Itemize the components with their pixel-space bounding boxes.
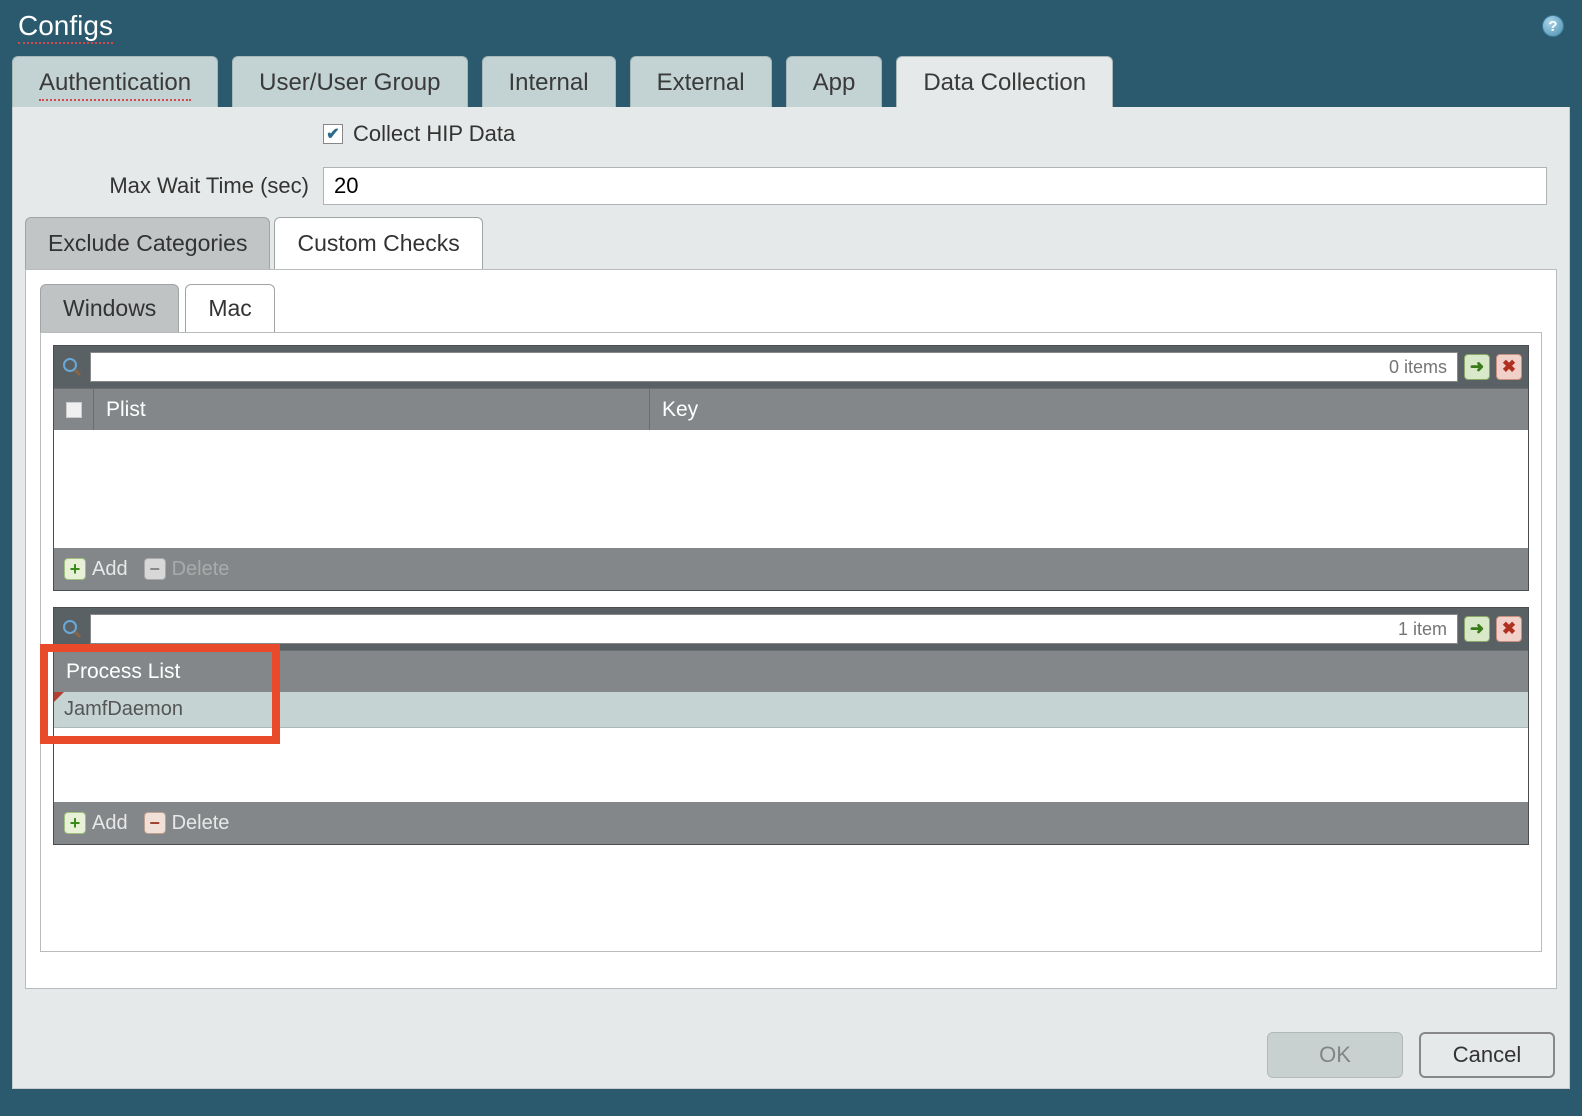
ostab-windows[interactable]: Windows (40, 284, 179, 332)
grid1-select-all[interactable] (54, 389, 94, 430)
collect-hip-label: Collect HIP Data (353, 121, 515, 147)
grid2-header: Process List (54, 650, 1528, 692)
max-wait-input[interactable] (323, 167, 1547, 205)
grid1-search-input[interactable] (90, 352, 1458, 382)
mac-panel: ➜ ✖ Plist Key + Add − Delete (40, 332, 1542, 952)
export-icon[interactable]: ➜ (1464, 616, 1490, 642)
grid2-col-process-list[interactable]: Process List (54, 651, 1528, 692)
grid2-footer: + Add − Delete (54, 802, 1528, 844)
grid2-body: JamfDaemon (54, 692, 1528, 802)
grid1-header: Plist Key (54, 388, 1528, 430)
help-icon[interactable]: ? (1542, 15, 1564, 37)
main-tabs: Authentication User/User Group Internal … (0, 56, 1582, 107)
plus-icon: + (64, 812, 86, 834)
page-title: Configs (18, 10, 113, 42)
process-list-grid: ➜ ✖ Process List JamfDaemon + Add (53, 607, 1529, 845)
ok-button[interactable]: OK (1267, 1032, 1403, 1078)
grid1-col-key[interactable]: Key (650, 389, 1528, 430)
minus-icon: − (144, 812, 166, 834)
grid2-toolbar: ➜ ✖ (54, 608, 1528, 650)
cancel-button[interactable]: Cancel (1419, 1032, 1555, 1078)
title-text: Configs (18, 10, 113, 41)
grid2-delete-button[interactable]: − Delete (144, 812, 230, 835)
titlebar: Configs ? (0, 0, 1582, 56)
export-icon[interactable]: ➜ (1464, 354, 1490, 380)
clear-icon[interactable]: ✖ (1496, 354, 1522, 380)
tab-data-collection[interactable]: Data Collection (896, 56, 1113, 107)
plist-grid: ➜ ✖ Plist Key + Add − Delete (53, 345, 1529, 591)
grid1-col-plist[interactable]: Plist (94, 389, 650, 430)
minus-icon: − (144, 558, 166, 580)
subtab-custom-checks[interactable]: Custom Checks (274, 217, 482, 269)
collect-hip-row: ✔ Collect HIP Data (13, 107, 1569, 153)
grid1-delete-button: − Delete (144, 558, 230, 581)
process-name: JamfDaemon (64, 698, 183, 721)
grid2-add-button[interactable]: + Add (64, 812, 128, 835)
spell-underline (18, 42, 113, 44)
subtabs: Exclude Categories Custom Checks (13, 217, 1569, 269)
grid1-body (54, 430, 1528, 548)
grid1-toolbar: ➜ ✖ (54, 346, 1528, 388)
dialog-buttons: OK Cancel (1267, 1032, 1555, 1078)
collect-hip-checkbox[interactable]: ✔ Collect HIP Data (323, 121, 515, 147)
search-icon[interactable] (60, 617, 84, 641)
ostabs: Windows Mac (40, 284, 1542, 332)
subtab-exclude-categories[interactable]: Exclude Categories (25, 217, 270, 269)
custom-checks-panel: Windows Mac ➜ ✖ Plist Key (25, 269, 1557, 989)
grid2-search-input[interactable] (90, 614, 1458, 644)
tab-external[interactable]: External (630, 56, 772, 107)
edit-indicator-icon (54, 692, 64, 702)
tab-user-group[interactable]: User/User Group (232, 56, 467, 107)
max-wait-row: Max Wait Time (sec) (13, 153, 1569, 211)
plus-icon: + (64, 558, 86, 580)
search-icon[interactable] (60, 355, 84, 379)
tab-app[interactable]: App (786, 56, 883, 107)
max-wait-label: Max Wait Time (sec) (25, 173, 323, 199)
tab-internal[interactable]: Internal (482, 56, 616, 107)
data-collection-panel: ✔ Collect HIP Data Max Wait Time (sec) E… (12, 107, 1570, 1089)
clear-icon[interactable]: ✖ (1496, 616, 1522, 642)
ostab-mac[interactable]: Mac (185, 284, 274, 332)
table-row[interactable]: JamfDaemon (54, 692, 1528, 728)
grid1-add-button[interactable]: + Add (64, 558, 128, 581)
tab-authentication[interactable]: Authentication (12, 56, 218, 107)
checkbox-icon: ✔ (323, 124, 343, 144)
grid1-footer: + Add − Delete (54, 548, 1528, 590)
